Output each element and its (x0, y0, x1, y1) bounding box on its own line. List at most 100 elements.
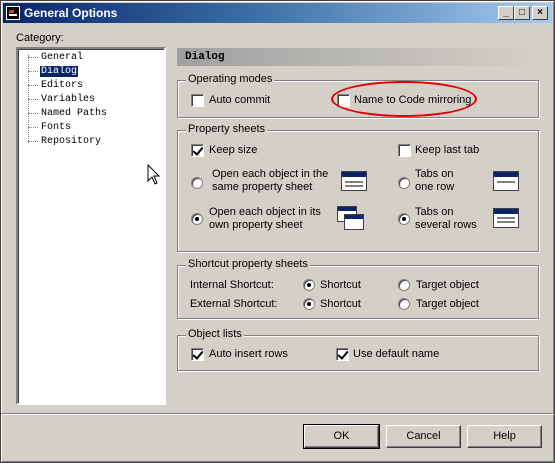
tree-item-label: Dialog (40, 66, 79, 77)
multi-icon-window-front (344, 214, 364, 230)
tree-item-variables[interactable]: Variables (26, 93, 96, 106)
tabs-one-row-icon (493, 171, 519, 191)
sheet-icon-titlebar (494, 172, 518, 177)
maximize-icon: □ (518, 7, 526, 18)
mouse-pointer-icon (147, 164, 161, 185)
internal-target-object-radio[interactable] (398, 279, 410, 291)
open-own-sheet-label[interactable]: Open each object in its own property shee… (209, 206, 321, 232)
shortcut-property-sheets-caption: Shortcut property sheets (186, 258, 310, 270)
category-label-text: Category: (16, 32, 64, 44)
internal-shortcut-radio[interactable] (303, 279, 315, 291)
open-own-sheet-radio[interactable] (191, 213, 203, 225)
tree-item-fonts[interactable]: Fonts (26, 121, 72, 134)
title-bar[interactable]: General Options _ □ × (3, 3, 552, 23)
object-lists-caption: Object lists (186, 328, 244, 340)
external-shortcut-option-text: Shortcut (320, 298, 361, 310)
minimize-button[interactable]: _ (498, 6, 514, 20)
close-icon: × (537, 7, 543, 18)
cancel-button[interactable]: Cancel (386, 425, 461, 448)
internal-shortcut-label: Internal Shortcut: (190, 279, 274, 291)
keep-size-checkbox[interactable] (191, 144, 204, 157)
multi-icon-window-bar (338, 207, 356, 211)
tabs-several-rows-radio[interactable] (398, 213, 410, 225)
page-title: Dialog (177, 48, 539, 66)
open-same-sheet-label[interactable]: Open each object in the same property she… (212, 168, 328, 194)
category-tree[interactable]: General Dialog Editors Variables Named P… (16, 47, 166, 405)
close-button[interactable]: × (532, 6, 548, 20)
auto-insert-rows-checkbox[interactable] (191, 348, 204, 361)
tree-item-dialog[interactable]: Dialog (26, 65, 79, 78)
sheet-icon-row (345, 185, 363, 187)
auto-commit-label-text: Auto commit (209, 94, 271, 106)
tree-item-label: Variables (41, 94, 96, 105)
sheet-icon-row (345, 181, 363, 183)
tree-item-named-paths[interactable]: Named Paths (26, 107, 108, 120)
multi-icon-window-bar (345, 215, 363, 219)
external-shortcut-label: External Shortcut: (190, 298, 277, 310)
tree-item-general[interactable]: General (26, 51, 84, 64)
highlight-annotation-oval (331, 81, 477, 117)
sheet-icon-titlebar (342, 172, 366, 177)
tabs-one-row-label[interactable]: Tabs on one row (415, 168, 454, 194)
shortcut-property-sheets-group: Shortcut property sheets (177, 258, 539, 319)
tabs-several-rows-label[interactable]: Tabs on several rows (415, 206, 477, 232)
multi-window-icon (337, 206, 365, 232)
open-same-sheet-radio[interactable] (191, 177, 203, 189)
window-menu-icon[interactable] (6, 6, 20, 20)
window-title: General Options (24, 6, 118, 20)
ok-button-label: OK (333, 430, 350, 442)
tabs-several-rows-line1: Tabs on (415, 206, 454, 218)
open-same-sheet-line1: Open each object in the (212, 168, 329, 180)
internal-target-object-label[interactable]: Target object (416, 279, 479, 291)
keep-size-label[interactable]: Keep size (209, 144, 257, 156)
internal-shortcut-option-text: Shortcut (320, 279, 361, 291)
external-target-object-text: Target object (416, 298, 479, 310)
maximize-button[interactable]: □ (514, 6, 530, 20)
open-own-sheet-line2: own property sheet (209, 219, 303, 231)
help-button[interactable]: Help (467, 425, 542, 448)
open-own-sheet-line1: Open each object in its (209, 206, 321, 218)
external-shortcut-label-text: External Shortcut: (190, 298, 278, 310)
internal-shortcut-label-text: Internal Shortcut: (190, 279, 274, 291)
bottom-separator (1, 413, 554, 415)
external-target-object-label[interactable]: Target object (416, 298, 479, 310)
ok-button[interactable]: OK (303, 424, 380, 449)
sheet-icon-row (497, 181, 515, 183)
property-sheets-caption: Property sheets (186, 123, 268, 135)
sheet-icon-titlebar (494, 209, 518, 214)
auto-insert-rows-label-text: Auto insert rows (209, 348, 288, 360)
property-sheet-icon (341, 171, 367, 191)
tabs-one-row-line1: Tabs on (415, 168, 454, 180)
sheet-icon-row (497, 217, 515, 219)
external-shortcut-radio[interactable] (303, 298, 315, 310)
internal-target-object-text: Target object (416, 279, 479, 291)
auto-commit-label[interactable]: Auto commit (209, 94, 270, 106)
open-same-sheet-line2: same property sheet (212, 181, 313, 193)
keep-size-label-text: Keep size (209, 144, 258, 156)
operating-modes-caption: Operating modes (186, 73, 275, 85)
sheet-icon-row (497, 221, 515, 223)
tabs-one-row-line2: one row (415, 181, 455, 193)
tree-item-label: Fonts (41, 122, 72, 133)
keep-last-tab-checkbox[interactable] (398, 144, 411, 157)
minimize-icon: _ (503, 7, 509, 18)
tree-item-label: Named Paths (41, 108, 108, 119)
tree-item-editors[interactable]: Editors (26, 79, 84, 92)
keep-last-tab-label[interactable]: Keep last tab (415, 144, 479, 156)
use-default-name-label-text: Use default name (353, 348, 440, 360)
use-default-name-checkbox[interactable] (336, 348, 349, 361)
tree-item-label: General (41, 52, 84, 63)
keep-last-tab-label-text: Keep last tab (415, 144, 480, 156)
external-target-object-radio[interactable] (398, 298, 410, 310)
tree-item-repository[interactable]: Repository (26, 135, 102, 148)
external-shortcut-option-label[interactable]: Shortcut (320, 298, 361, 310)
internal-shortcut-option-label[interactable]: Shortcut (320, 279, 361, 291)
tabs-several-rows-icon (493, 208, 519, 228)
use-default-name-label[interactable]: Use default name (353, 348, 439, 360)
auto-commit-checkbox[interactable] (191, 94, 204, 107)
tabs-several-rows-line2: several rows (415, 219, 477, 231)
auto-insert-rows-label[interactable]: Auto insert rows (209, 348, 288, 360)
tree-item-label: Repository (41, 136, 102, 147)
general-options-dialog: General Options _ □ × Category: General … (0, 0, 555, 463)
tabs-one-row-radio[interactable] (398, 177, 410, 189)
